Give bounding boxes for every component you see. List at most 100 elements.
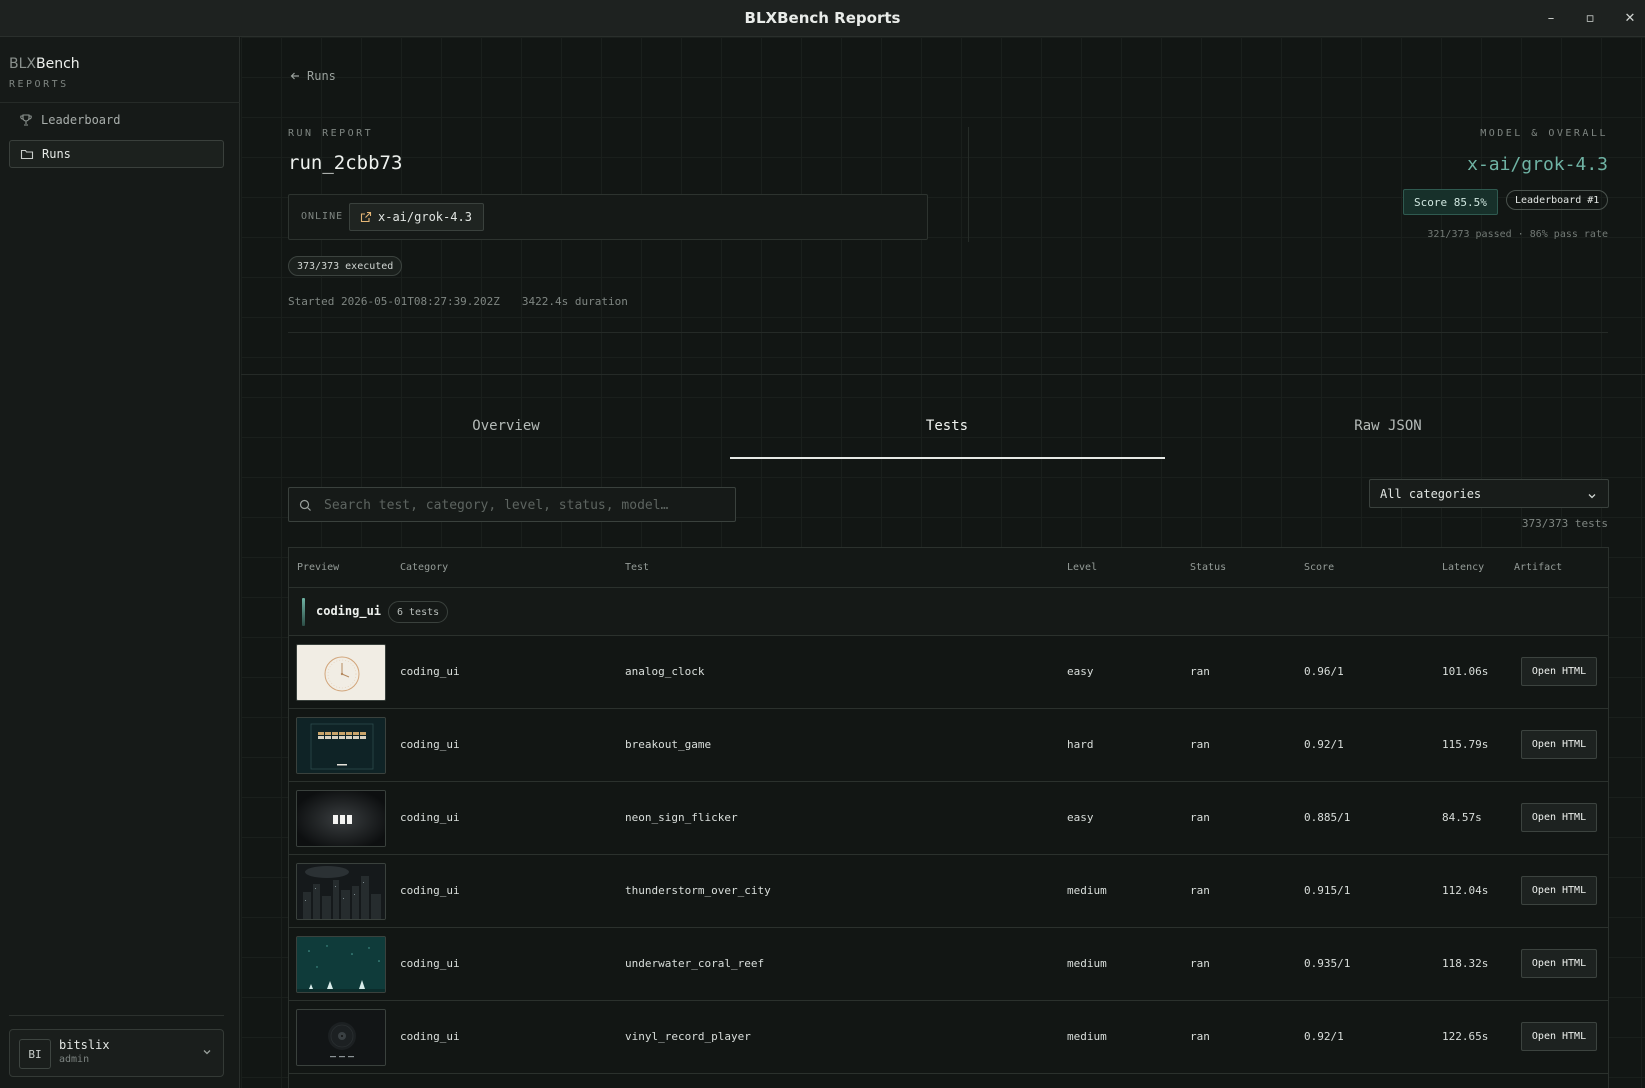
latency-cell: 122.65s [1442, 1030, 1489, 1043]
level-cell: medium [1067, 884, 1107, 897]
sidebar-item-leaderboard[interactable]: Leaderboard [9, 106, 224, 134]
trophy-icon [20, 114, 32, 126]
brand-subtitle: REPORTS [9, 79, 69, 90]
tab-raw-json[interactable]: Raw JSON [1171, 418, 1605, 434]
latency-cell: 115.79s [1442, 738, 1489, 751]
mode-panel: ONLINE x-ai/grok-4.3 [288, 194, 928, 240]
model-name: x-ai/grok-4.3 [1467, 154, 1608, 175]
sidebar-divider [0, 102, 240, 103]
category-select-value: All categories [1380, 486, 1482, 501]
test-name-cell: breakout_game [625, 738, 712, 751]
latency-cell: 101.06s [1442, 665, 1489, 678]
table-header: Preview Category Test Level Status Score… [289, 548, 1608, 588]
open-html-button[interactable]: Open HTML [1521, 876, 1597, 905]
chevron-down-icon [203, 1050, 211, 1055]
category-cell: coding_ui [400, 665, 460, 678]
category-cell: coding_ui [400, 738, 460, 751]
search-input[interactable] [324, 494, 724, 516]
level-cell: medium [1067, 957, 1107, 970]
window-titlebar: BLXBench Reports – ▫ ✕ [0, 0, 1645, 37]
sidebar-item-label: Leaderboard [41, 113, 121, 127]
column-header[interactable]: Artifact [1514, 562, 1562, 573]
group-row[interactable]: coding_ui 6 tests [289, 588, 1608, 636]
model-chip-label: x-ai/grok-4.3 [378, 210, 472, 224]
table-row[interactable]: coding_ui analog_clock easy ran 0.96/1 1… [289, 636, 1608, 709]
category-cell: coding_ui [400, 957, 460, 970]
minimize-icon: – [1547, 11, 1555, 26]
table-row[interactable]: coding_ui underwater_coral_reef medium r… [289, 928, 1608, 1001]
external-link-icon [360, 211, 372, 223]
active-tab-indicator [730, 457, 1165, 459]
preview-thumbnail[interactable] [296, 644, 386, 701]
run-title: run_2cbb73 [288, 152, 403, 174]
preview-thumbnail[interactable] [296, 790, 386, 847]
column-header[interactable]: Status [1190, 562, 1226, 573]
score-cell: 0.915/1 [1304, 884, 1351, 897]
open-html-button[interactable]: Open HTML [1521, 803, 1597, 832]
latency-cell: 84.57s [1442, 811, 1482, 824]
restore-button[interactable]: ▫ [1570, 0, 1610, 37]
column-header[interactable]: Category [400, 562, 448, 573]
column-header[interactable]: Level [1067, 562, 1097, 573]
column-header[interactable]: Latency [1442, 562, 1484, 573]
level-cell: easy [1067, 665, 1094, 678]
clock-preview-image [297, 645, 385, 700]
back-link[interactable]: Runs [289, 69, 336, 83]
test-name-cell: neon_sign_flicker [625, 811, 738, 824]
tab-overview[interactable]: Overview [289, 418, 723, 434]
city-preview-image [297, 864, 385, 919]
minimize-button[interactable]: – [1531, 0, 1571, 37]
column-header[interactable]: Test [625, 562, 649, 573]
status-cell: ran [1190, 811, 1210, 824]
score-cell: 0.96/1 [1304, 665, 1344, 678]
column-header[interactable]: Preview [297, 562, 339, 573]
column-header[interactable]: Score [1304, 562, 1334, 573]
search-field[interactable] [288, 487, 736, 522]
window-title: BLXBench Reports [744, 9, 901, 27]
user-menu[interactable]: BI bitslix admin [9, 1029, 224, 1077]
score-cell: 0.92/1 [1304, 1030, 1344, 1043]
leaderboard-badge[interactable]: Leaderboard #1 [1506, 190, 1609, 210]
open-html-button[interactable]: Open HTML [1521, 657, 1597, 686]
reef-preview-image [297, 937, 385, 992]
tab-tests[interactable]: Tests [730, 418, 1164, 434]
brand-logo[interactable]: BLXBench [9, 56, 80, 72]
level-cell: easy [1067, 811, 1094, 824]
latency-cell: 112.04s [1442, 884, 1489, 897]
open-html-button[interactable]: Open HTML [1521, 1022, 1597, 1051]
test-name-cell: analog_clock [625, 665, 705, 678]
category-select[interactable]: All categories [1369, 479, 1609, 508]
status-cell: ran [1190, 957, 1210, 970]
status-cell: ran [1190, 665, 1210, 678]
preview-thumbnail[interactable] [296, 936, 386, 993]
open-html-button[interactable]: Open HTML [1521, 730, 1597, 759]
open-html-button[interactable]: Open HTML [1521, 949, 1597, 978]
preview-thumbnail[interactable] [296, 717, 386, 774]
score-badge: Score 85.5% [1403, 189, 1498, 215]
user-role: admin [59, 1054, 90, 1065]
table-row[interactable]: coding_ui vinyl_record_player medium ran… [289, 1001, 1608, 1074]
status-cell: ran [1190, 884, 1210, 897]
arrow-left-icon [290, 72, 299, 80]
preview-thumbnail[interactable] [296, 863, 386, 920]
close-icon: ✕ [1624, 11, 1636, 26]
score-cell: 0.935/1 [1304, 957, 1351, 970]
sidebar-item-runs[interactable]: Runs [9, 140, 224, 168]
section-divider [288, 332, 1608, 333]
sidebar-item-label: Runs [42, 147, 71, 161]
group-name: coding_ui [316, 604, 382, 618]
avatar: BI [19, 1039, 51, 1069]
table-row[interactable]: coding_ui thunderstorm_over_city medium … [289, 855, 1608, 928]
tests-table: Preview Category Test Level Status Score… [288, 547, 1609, 1088]
vinyl-preview-image [297, 1010, 385, 1065]
back-label: Runs [307, 69, 336, 83]
run-report-label: RUN REPORT [288, 128, 374, 139]
search-icon [299, 499, 311, 511]
table-row[interactable]: coding_ui neon_sign_flicker easy ran 0.8… [289, 782, 1608, 855]
level-cell: medium [1067, 1030, 1107, 1043]
close-button[interactable]: ✕ [1610, 0, 1645, 37]
table-row[interactable]: coding_ui breakout_game hard ran 0.92/1 … [289, 709, 1608, 782]
model-chip[interactable]: x-ai/grok-4.3 [349, 203, 484, 231]
preview-thumbnail[interactable] [296, 1009, 386, 1066]
restore-icon: ▫ [1585, 11, 1595, 26]
